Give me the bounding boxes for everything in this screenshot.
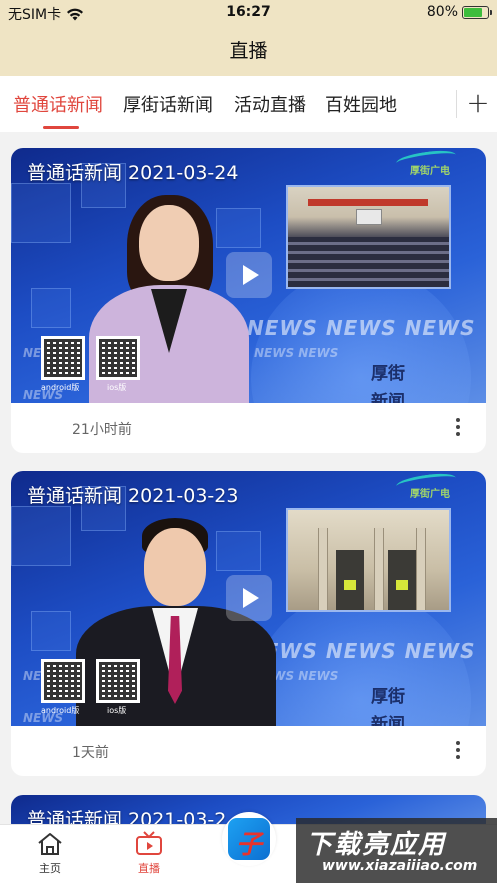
video-title: 普通话新闻 2021-03-24 [27,162,239,184]
play-icon[interactable] [226,575,272,621]
tab-bar-live-label: 直播 [138,862,160,875]
qr-label-android: android版 [41,383,80,392]
tv-icon [136,831,162,855]
meeting-banner [308,199,428,206]
building-sign [344,580,356,590]
tab-bar-live[interactable]: 直播 [119,831,179,876]
card-footer: 21小时前 [11,403,486,453]
active-tab-indicator [43,126,79,129]
home-icon [38,833,62,855]
qr-label-android: android版 [41,706,80,715]
tab-bar-home-label: 主页 [39,862,61,875]
tab-mandarin-news[interactable]: 普通话新闻 [13,91,103,117]
overlay-news-logo: 厚街 新闻 [371,364,405,403]
qr-label-ios: ios版 [107,706,127,715]
ios-qr-code [96,336,140,380]
app-logo-icon[interactable]: 子 [222,812,276,866]
bg-tile [31,288,71,328]
tab-divider [456,90,457,118]
nav-bar: 直播 [0,26,497,76]
building-sign [396,580,408,590]
inset-building-image [286,508,451,612]
building-column [318,528,328,610]
news-banner: NEWS NEWS NEWS [247,639,476,663]
bg-tile [11,506,71,566]
ios-qr-code [96,659,140,703]
qr-label-ios: ios版 [107,383,127,392]
overlay-news-logo: 厚街 新闻 [371,687,405,726]
meeting-screen [356,209,382,225]
card-footer: 1天前 [11,726,486,776]
android-qr-code [41,659,85,703]
watermark-en: www.xiazaiiiao.com [322,858,478,874]
video-thumbnail[interactable]: 厚街广电 NEWS NEWS NEWS NEWS NEWS NEWS NEWS … [11,148,486,403]
station-logo: 厚街广电 [410,166,450,177]
video-card[interactable]: 厚街广电 NEWS NEWS NEWS NEWS NEWS NEWS NEWS … [11,471,486,776]
android-qr-code [41,336,85,380]
page-title: 直播 [229,40,268,62]
news-banner-small: NEWS NEWS [254,346,339,360]
bg-tile [31,611,71,651]
video-title: 普通话新闻 2021-03-23 [27,485,239,507]
status-bar: 无SIM卡 16:27 80% [0,0,497,26]
video-card[interactable]: 厚街广电 NEWS NEWS NEWS NEWS NEWS NEWS NEWS … [11,148,486,453]
bg-tile [11,183,71,243]
video-time-ago: 1天前 [72,745,109,761]
tab-bar-home[interactable]: 主页 [20,831,80,876]
tab-community-garden[interactable]: 百姓园地 [325,91,397,117]
plus-icon[interactable]: + [462,84,494,122]
station-logo: 厚街广电 [410,489,450,500]
battery-icon [462,5,492,19]
meeting-audience [288,237,449,287]
play-icon[interactable] [226,252,272,298]
video-thumbnail[interactable]: 厚街广电 NEWS NEWS NEWS NEWS NEWS NEWS NEWS … [11,471,486,726]
building-column [416,528,426,610]
more-vertical-icon[interactable] [455,741,461,761]
watermark-cn: 下载亮应用 [306,830,447,860]
status-time: 16:27 [226,4,271,20]
news-banner: NEWS NEWS NEWS [247,316,476,340]
tab-event-live[interactable]: 活动直播 [234,91,306,117]
tab-houjie-dialect-news[interactable]: 厚街话新闻 [123,91,213,117]
category-tabs: 普通话新闻 厚街话新闻 活动直播 百姓园地 + [0,76,497,132]
building-column [374,528,384,610]
inset-meeting-image [286,185,451,289]
battery-percent: 80% [426,4,458,20]
more-vertical-icon[interactable] [455,418,461,438]
video-time-ago: 21小时前 [72,422,132,438]
download-site-watermark: 下载亮应用 www.xiazaiiiao.com [296,818,497,883]
